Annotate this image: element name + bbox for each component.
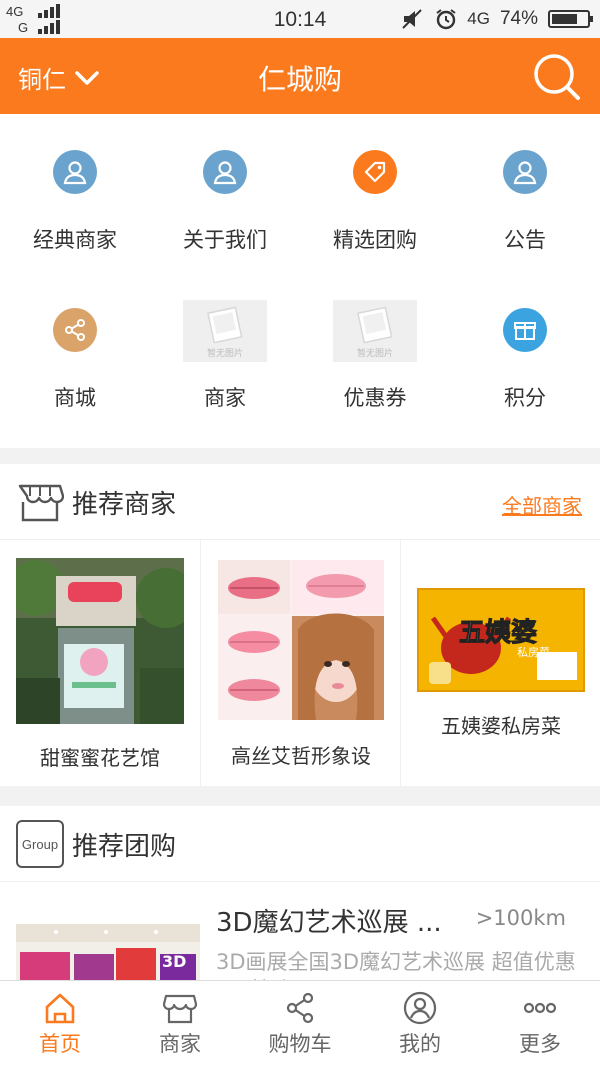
placeholder-text: 暂无图片	[356, 349, 393, 359]
store-icon	[163, 994, 197, 1024]
network-type-right: 4G	[467, 9, 490, 28]
feature-label: 关于我们	[183, 228, 267, 252]
page-title: 仁城购	[257, 63, 342, 96]
tab-label: 更多	[519, 1032, 561, 1056]
feature-label: 商家	[204, 386, 246, 410]
bottom-tab-bar: 首页 商家 购物车 我的 更多	[0, 980, 600, 1067]
merchant-card[interactable]: 高丝艾哲形象设	[200, 540, 400, 786]
status-bar: 4G G 10:14 4G 74%	[0, 0, 600, 38]
flower-shop-photo	[16, 558, 184, 724]
recommended-merchants-header: 推荐商家 全部商家	[0, 464, 600, 540]
lips-makeup-photo	[218, 560, 384, 720]
deal-description: 3D画展全国3D魔幻艺术巡展 超值优惠1元抢购	[216, 950, 576, 980]
tab-label: 我的	[399, 1032, 441, 1056]
merchant-card[interactable]: 甜蜜蜜花艺馆	[0, 540, 200, 786]
search-icon[interactable]	[532, 52, 582, 102]
tag-icon	[353, 150, 397, 194]
feature-label: 优惠券	[343, 386, 407, 410]
feature-label: 公告	[504, 228, 546, 252]
tab-label: 首页	[39, 1032, 81, 1056]
feature-merchants[interactable]: 暂无图片 商家	[150, 272, 300, 428]
feature-label: 精选团购	[333, 228, 417, 252]
feature-label: 经典商家	[33, 228, 117, 252]
gift-icon	[503, 308, 547, 352]
merchant-name: 高丝艾哲形象设	[231, 744, 371, 768]
feature-group-buy[interactable]: 精选团购	[300, 114, 450, 270]
banner-subtitle: 私房菜	[517, 646, 550, 659]
deal-distance: >100km	[475, 906, 566, 930]
section-title: 推荐团购	[72, 832, 177, 862]
recommended-deals-header: Group 推荐团购	[0, 806, 600, 882]
section-title: 推荐商家	[72, 490, 177, 520]
alarm-icon	[436, 9, 456, 30]
placeholder-image: 暂无图片	[183, 300, 267, 362]
app-header: 铜仁 仁城购	[0, 38, 600, 114]
group-icon: Group	[16, 820, 64, 868]
more-icon	[523, 1002, 557, 1014]
share-icon	[53, 308, 97, 352]
battery-icon	[548, 10, 593, 28]
exhibition-photo: 3D	[16, 924, 200, 980]
battery-percent: 74%	[499, 8, 538, 29]
feature-label: 积分	[504, 386, 546, 410]
deal-item[interactable]: 3D 3D魔幻艺术巡展 ... >100km 3D画展全国3D魔幻艺术巡展 超值…	[0, 882, 600, 980]
feature-announcement[interactable]: 公告	[450, 114, 600, 270]
placeholder-image: 暂无图片	[333, 300, 417, 362]
crayfish-restaurant-banner: 五姨婆 私房菜	[417, 588, 585, 692]
mute-icon	[402, 9, 422, 29]
feature-mall[interactable]: 商城	[0, 272, 150, 428]
share-icon	[286, 992, 314, 1024]
merchant-carousel: 甜蜜蜜花艺馆 高丝艾哲形象设 五姨婆 私房菜 五姨婆私房菜	[0, 540, 600, 786]
placeholder-text: 暂无图片	[206, 349, 243, 359]
user-icon	[503, 150, 547, 194]
store-icon	[18, 484, 64, 522]
profile-icon	[403, 991, 437, 1025]
tab-more[interactable]: 更多	[480, 981, 600, 1067]
all-merchants-link[interactable]: 全部商家	[502, 490, 582, 519]
feature-points[interactable]: 积分	[450, 272, 600, 428]
tab-label: 购物车	[268, 1032, 332, 1056]
feature-classic-merchants[interactable]: 经典商家	[0, 114, 150, 270]
merchant-name: 五姨婆私房菜	[441, 714, 561, 738]
feature-label: 商城	[54, 386, 96, 410]
feature-about-us[interactable]: 关于我们	[150, 114, 300, 270]
merchant-name: 甜蜜蜜花艺馆	[40, 746, 160, 770]
tab-label: 商家	[159, 1032, 201, 1056]
exhibition-image-text: 3D	[162, 952, 187, 971]
tab-home[interactable]: 首页	[0, 981, 120, 1067]
feature-grid: 经典商家 关于我们 精选团购 公告 商城 暂无图片 商家 暂无图片 优惠券 积分	[0, 114, 600, 448]
user-icon	[53, 150, 97, 194]
tab-profile[interactable]: 我的	[360, 981, 480, 1067]
tab-merchants[interactable]: 商家	[120, 981, 240, 1067]
user-icon	[203, 150, 247, 194]
deal-title: 3D魔幻艺术巡展 ...	[216, 908, 442, 938]
merchant-card[interactable]: 五姨婆 私房菜 五姨婆私房菜	[400, 540, 600, 786]
tab-cart[interactable]: 购物车	[240, 981, 360, 1067]
home-icon	[45, 993, 75, 1024]
feature-coupons[interactable]: 暂无图片 优惠券	[300, 272, 450, 428]
status-icons: 4G 74%	[401, 6, 593, 32]
